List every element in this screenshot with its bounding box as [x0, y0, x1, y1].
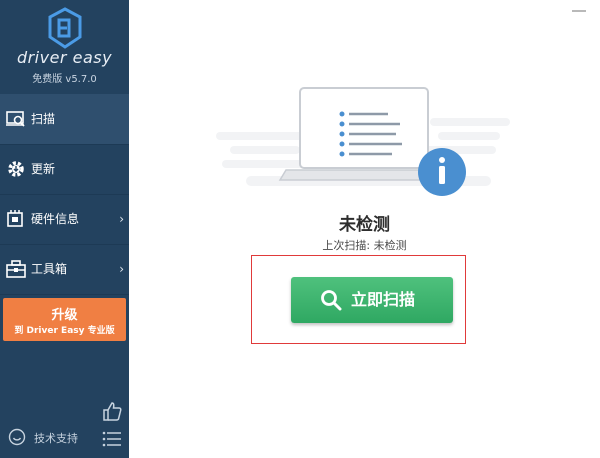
version-label: 免费版 v5.7.0	[32, 74, 97, 85]
sidebar-item-hardware-info[interactable]: 硬件信息 ›	[0, 194, 129, 245]
minimize-icon[interactable]	[568, 0, 590, 20]
menu-list-icon[interactable]	[102, 431, 122, 447]
scan-icon	[6, 111, 25, 127]
scan-now-button[interactable]: 立即扫描	[291, 277, 453, 323]
laptop-illustration	[216, 87, 510, 196]
brand-name: driver easy	[16, 48, 113, 67]
last-scan-text: 上次扫描: 未检测	[322, 239, 407, 252]
sidebar-item-label: 扫描	[31, 112, 56, 126]
driver-easy-logo-icon	[48, 7, 82, 49]
sidebar-item-label: 更新	[31, 162, 56, 176]
chevron-right-icon: ›	[119, 212, 124, 226]
search-icon	[321, 290, 342, 311]
toolbox-icon	[6, 260, 26, 278]
logo-area: driver easy 免费版 v5.7.0	[0, 0, 129, 94]
sidebar-item-scan[interactable]: 扫描	[0, 94, 129, 145]
scan-now-label: 立即扫描	[351, 290, 416, 309]
thumbs-up-icon[interactable]	[101, 400, 123, 422]
sidebar-item-label: 工具箱	[31, 262, 68, 276]
upgrade-subtitle: 到 Driver Easy 专业版	[14, 326, 115, 336]
scan-status-title: 未检测	[339, 215, 390, 235]
sidebar: driver easy 免费版 v5.7.0 扫描 更新 硬件信息 › 工具箱 …	[0, 0, 129, 458]
hardware-info-icon	[7, 210, 23, 227]
chevron-right-icon: ›	[119, 262, 124, 276]
sidebar-item-toolbox[interactable]: 工具箱 ›	[0, 244, 129, 295]
sidebar-item-update[interactable]: 更新	[0, 144, 129, 195]
update-gear-icon	[8, 161, 24, 177]
upgrade-button[interactable]: 升级 到 Driver Easy 专业版	[3, 298, 126, 341]
support-label: 技术支持	[34, 432, 78, 445]
chat-bubble-icon	[8, 428, 26, 446]
upgrade-title: 升级	[51, 308, 78, 323]
sidebar-item-label: 硬件信息	[31, 212, 80, 226]
